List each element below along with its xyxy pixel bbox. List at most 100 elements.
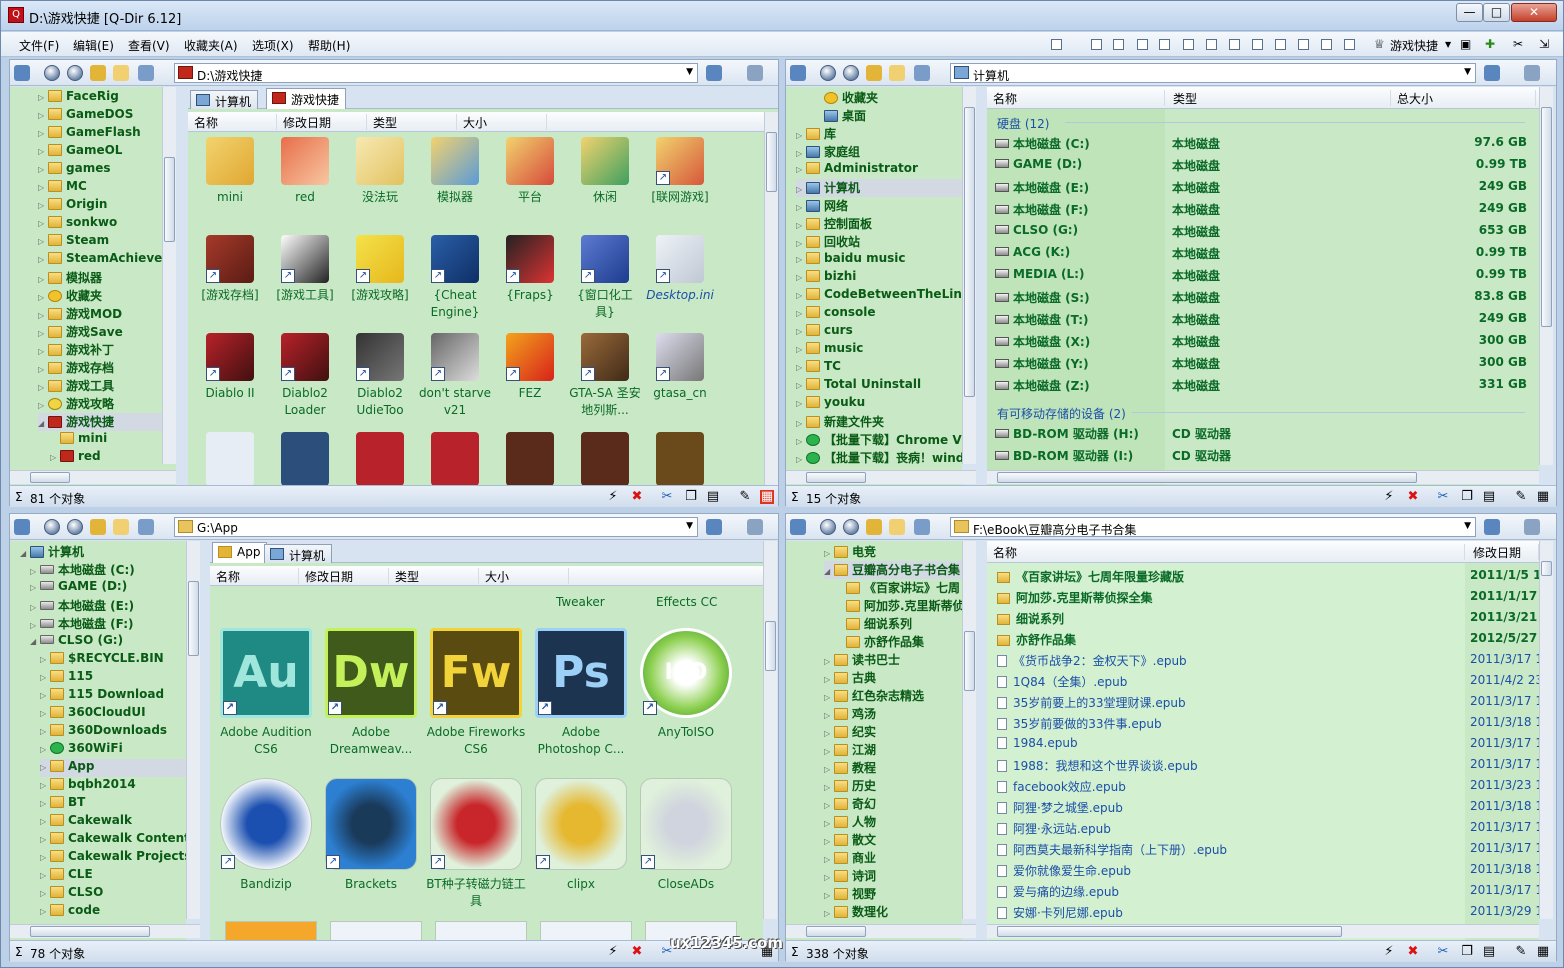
drive-row[interactable]: BD-ROM 驱动器 (I:) CD 驱动器 <box>987 444 1539 466</box>
drive-row[interactable]: 本地磁盘 (C:) 本地磁盘 97.6 GB <box>987 132 1539 154</box>
pane-menu-icon[interactable] <box>747 519 763 535</box>
expand-icon[interactable]: ▷ <box>824 909 834 918</box>
expand-icon[interactable]: ▷ <box>30 603 40 612</box>
qdir-app-icon[interactable]: Q <box>8 7 24 23</box>
group-hard-disks[interactable]: 硬盘 (12) <box>997 115 1049 132</box>
paste-icon[interactable]: ▤ <box>1482 490 1496 504</box>
layout-button-icon[interactable] <box>1298 39 1309 50</box>
paste-icon[interactable]: ▤ <box>1482 945 1496 959</box>
expand-icon[interactable]: ▷ <box>40 907 50 916</box>
save-profile-icon[interactable]: ▣ <box>1460 37 1471 51</box>
properties-icon[interactable]: ▦ <box>1536 945 1550 959</box>
tree-item[interactable]: ▷ 商业 <box>824 849 962 867</box>
new-folder-icon[interactable] <box>113 519 129 535</box>
col-type[interactable]: 类型 <box>367 114 457 130</box>
tree-item[interactable]: 亦舒作品集 <box>836 633 962 651</box>
tree-item[interactable]: ▷ CodeBetweenTheLines <box>796 287 962 305</box>
up-folder-icon[interactable] <box>866 65 882 81</box>
file-item[interactable]: mini <box>193 137 267 206</box>
view-mode-icon[interactable] <box>790 65 806 81</box>
tree-item[interactable]: ▷ 控制面板 <box>796 215 962 233</box>
expand-icon[interactable]: ▷ <box>796 309 806 318</box>
file-icon[interactable] <box>206 432 254 486</box>
tree-item[interactable]: ▷ 【批量下载】丧病！wind <box>796 449 962 467</box>
app-icon[interactable] <box>225 921 317 940</box>
tree-item[interactable]: ▷ 360WiFi <box>40 741 186 759</box>
file-icon[interactable] <box>656 432 704 486</box>
view-menu-icon[interactable] <box>914 519 930 535</box>
tree-item[interactable]: ▷ 本地磁盘 (C:) <box>30 561 186 579</box>
layout-icon[interactable] <box>1484 519 1500 535</box>
expand-icon[interactable]: ▷ <box>38 219 48 228</box>
expand-icon[interactable]: ▷ <box>796 345 806 354</box>
expand-icon[interactable]: ▷ <box>38 293 48 302</box>
up-folder-icon[interactable] <box>90 65 106 81</box>
menu-edit[interactable]: 编辑(E) <box>73 37 114 54</box>
address-dropdown-icon[interactable]: ▼ <box>686 67 693 77</box>
pane-menu-icon[interactable] <box>747 65 763 81</box>
expand-icon[interactable]: ▷ <box>796 291 806 300</box>
expand-icon[interactable]: ▷ <box>796 381 806 390</box>
expand-icon[interactable]: ▷ <box>796 327 806 336</box>
tree-item[interactable]: ▷ 本地磁盘 (F:) <box>30 615 186 633</box>
folder-row[interactable]: 亦舒作品集 2012/5/27 2 <box>987 628 1539 649</box>
pane2-content-hscrollbar[interactable] <box>987 470 1539 484</box>
tree-item[interactable]: ▷ Total Uninstall <box>796 377 962 395</box>
expand-icon[interactable]: ▷ <box>30 567 40 576</box>
tab-app[interactable]: App <box>212 542 268 563</box>
file-item[interactable]: ↗ gtasa_cn <box>643 333 717 402</box>
address-dropdown-icon[interactable]: ▼ <box>686 521 693 531</box>
expand-icon[interactable]: ▷ <box>796 131 806 140</box>
tree-item[interactable]: ▷ 古典 <box>824 669 962 687</box>
rename-icon[interactable]: ✎ <box>1514 490 1528 504</box>
file-icon[interactable] <box>356 432 404 486</box>
expand-icon[interactable]: ▷ <box>40 889 50 898</box>
tree-item[interactable]: ▷ 本地磁盘 (E:) <box>30 597 186 615</box>
tree-item[interactable]: ▷ 鸡汤 <box>824 705 962 723</box>
drive-row[interactable]: 本地磁盘 (X:) 本地磁盘 300 GB <box>987 330 1539 352</box>
file-row[interactable]: 爱你就像爱生命.epub 2011/3/18 1 <box>987 859 1539 880</box>
file-row[interactable]: facebook效应.epub 2011/3/23 1 <box>987 775 1539 796</box>
pane1-tree-scrollbar[interactable] <box>162 87 176 464</box>
tree-item[interactable]: ◢ 计算机 <box>20 543 186 561</box>
up-folder-icon[interactable] <box>90 519 106 535</box>
layout-button-icon[interactable] <box>1183 39 1194 50</box>
tab-computer[interactable]: 计算机 <box>190 90 259 109</box>
app-item[interactable]: ↗ clipx <box>530 778 632 893</box>
pane3-address-bar[interactable]: G:\App ▼ <box>174 517 698 537</box>
expand-icon[interactable]: ▷ <box>824 837 834 846</box>
app-item[interactable]: Ps ↗ Adobe Photoshop C... <box>530 628 632 758</box>
back-icon[interactable] <box>44 519 60 535</box>
title-bar[interactable]: Q D:\游戏快捷 [Q-Dir 6.12] — □ ✕ <box>1 1 1563 31</box>
collapse-icon[interactable]: ◢ <box>824 567 834 576</box>
tab-game-shortcuts[interactable]: 游戏快捷 <box>266 88 347 109</box>
expand-icon[interactable]: ▷ <box>40 817 50 826</box>
forward-icon[interactable] <box>843 519 859 535</box>
view-mode-icon[interactable] <box>14 65 30 81</box>
layout-icon[interactable] <box>706 65 722 81</box>
expand-icon[interactable]: ▷ <box>824 783 834 792</box>
expand-icon[interactable]: ▷ <box>38 129 48 138</box>
expand-icon[interactable]: ▷ <box>30 621 40 630</box>
collapse-icon[interactable]: ◢ <box>30 637 40 646</box>
expand-icon[interactable]: ▷ <box>824 765 834 774</box>
expand-icon[interactable]: ▷ <box>796 363 806 372</box>
expand-icon[interactable]: ▷ <box>40 871 50 880</box>
tree-item[interactable]: ▷ 家庭组 <box>796 143 962 161</box>
tree-item[interactable]: 收藏夹 <box>814 89 962 107</box>
app-item[interactable]: Fw ↗ Adobe Fireworks CS6 <box>425 628 527 758</box>
file-item[interactable]: 没法玩 <box>343 137 417 206</box>
tree-item[interactable]: ▷ sonkwo <box>38 215 176 233</box>
app-item[interactable]: ISO ↗ AnyToISO <box>635 628 737 741</box>
file-item[interactable]: ↗ {Cheat Engine} <box>418 235 492 321</box>
expand-icon[interactable]: ▷ <box>40 745 50 754</box>
menu-favorites[interactable]: 收藏夹(A) <box>184 37 238 54</box>
tree-item[interactable]: ▷ bqbh2014 <box>40 777 186 795</box>
cut-icon[interactable]: ✂ <box>1436 945 1450 959</box>
view-mode-icon[interactable] <box>14 519 30 535</box>
drive-row[interactable]: 本地磁盘 (Y:) 本地磁盘 300 GB <box>987 352 1539 374</box>
cut-icon[interactable]: ✂ <box>660 490 674 504</box>
file-item[interactable]: ↗ Diablo II <box>193 333 267 402</box>
expand-icon[interactable]: ▷ <box>38 365 48 374</box>
file-row[interactable]: 阿狸·永远站.epub 2011/3/17 1 <box>987 817 1539 838</box>
